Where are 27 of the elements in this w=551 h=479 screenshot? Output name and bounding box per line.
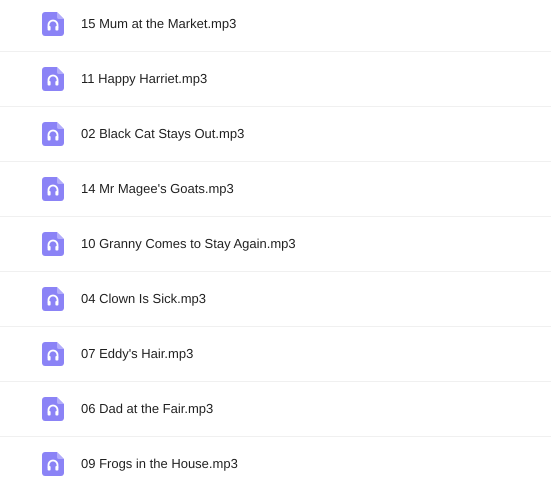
file-row[interactable]: 11 Happy Harriet.mp3 xyxy=(0,52,551,107)
audio-file-icon xyxy=(42,177,64,201)
audio-file-icon xyxy=(42,397,64,421)
file-name: 10 Granny Comes to Stay Again.mp3 xyxy=(81,235,296,254)
file-name: 11 Happy Harriet.mp3 xyxy=(81,70,208,88)
file-row[interactable]: 14 Mr Magee's Goats.mp3 xyxy=(0,162,551,217)
file-row[interactable]: 02 Black Cat Stays Out.mp3 xyxy=(0,107,551,162)
file-row[interactable]: 10 Granny Comes to Stay Again.mp3 xyxy=(0,217,551,272)
audio-file-icon xyxy=(42,342,64,366)
file-row[interactable]: 06 Dad at the Fair.mp3 xyxy=(0,382,551,437)
audio-file-icon xyxy=(42,452,64,476)
file-row[interactable]: 15 Mum at the Market.mp3 xyxy=(0,0,551,52)
file-row[interactable]: 07 Eddy's Hair.mp3 xyxy=(0,327,551,382)
file-name: 02 Black Cat Stays Out.mp3 xyxy=(81,125,244,144)
audio-file-icon xyxy=(42,232,64,256)
file-name: 07 Eddy's Hair.mp3 xyxy=(81,345,194,364)
file-name: 09 Frogs in the House.mp3 xyxy=(81,455,238,474)
file-row[interactable]: 09 Frogs in the House.mp3 xyxy=(0,437,551,479)
file-name: 04 Clown Is Sick.mp3 xyxy=(81,290,206,308)
audio-file-icon xyxy=(42,287,64,311)
audio-file-icon xyxy=(42,67,64,91)
file-name: 14 Mr Magee's Goats.mp3 xyxy=(81,180,234,198)
file-name: 15 Mum at the Market.mp3 xyxy=(81,15,236,34)
file-name: 06 Dad at the Fair.mp3 xyxy=(81,400,214,418)
file-row[interactable]: 04 Clown Is Sick.mp3 xyxy=(0,272,551,327)
audio-file-icon xyxy=(42,12,64,36)
audio-file-icon xyxy=(42,122,64,146)
